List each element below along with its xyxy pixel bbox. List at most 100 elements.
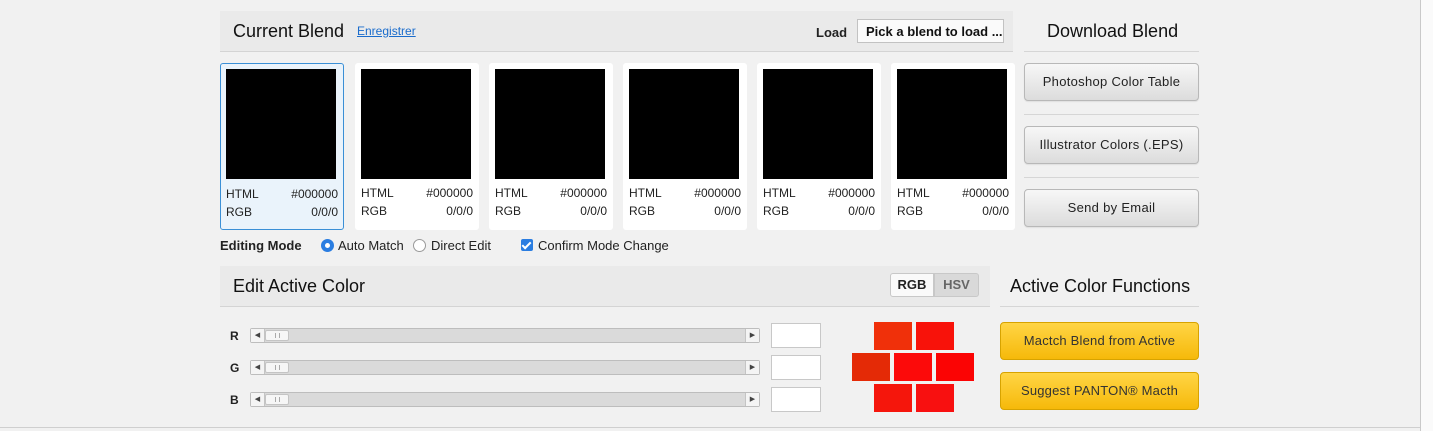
download-blend-title: Download Blend [1047, 21, 1179, 41]
swatch-html-value: #000000 [828, 186, 875, 200]
green-value-input[interactable] [771, 355, 821, 380]
edit-active-color-header: Edit Active Color [220, 266, 990, 307]
confirm-mode-change-checkbox[interactable] [521, 239, 533, 251]
blue-slider-left-arrow-icon[interactable]: ◀ [251, 393, 265, 406]
current-blend-title: Current Blend [233, 21, 345, 41]
rgb-mode-toggle[interactable]: RGB [890, 273, 934, 297]
swatch-html-value: #000000 [962, 186, 1009, 200]
direct-edit-radio[interactable] [413, 239, 426, 252]
swatch-html-row: HTML #000000 [495, 186, 607, 200]
swatch-color[interactable] [897, 69, 1007, 179]
color-brick [874, 322, 912, 350]
page-bottom-divider [0, 427, 1420, 428]
color-brick [916, 322, 954, 350]
swatch-html-row: HTML #000000 [763, 186, 875, 200]
swatch-rgb-value: 0/0/0 [446, 204, 473, 218]
auto-match-radio[interactable] [321, 239, 334, 252]
swatch-rgb-value: 0/0/0 [982, 204, 1009, 218]
color-brick [852, 353, 890, 381]
blue-value-input[interactable] [771, 387, 821, 412]
swatch-rgb-row: RGB 0/0/0 [361, 204, 473, 218]
swatch-color[interactable] [629, 69, 739, 179]
swatch-rgb-label: RGB [763, 204, 790, 218]
swatch-color[interactable] [226, 69, 336, 179]
blue-slider[interactable]: ◀ ▶ [250, 392, 760, 407]
swatch-card[interactable]: HTML #000000 RGB 0/0/0 [623, 63, 747, 230]
load-label: Load [816, 25, 848, 40]
swatch-rgb-label: RGB [629, 204, 656, 218]
save-blend-link[interactable]: Enregistrer [357, 24, 416, 38]
active-color-functions-title: Active Color Functions [1010, 276, 1191, 296]
swatch-html-label: HTML [226, 187, 259, 201]
swatch-html-row: HTML #000000 [361, 186, 473, 200]
swatch-html-row: HTML #000000 [629, 186, 741, 200]
red-channel-label: R [230, 329, 239, 343]
swatch-rgb-value: 0/0/0 [714, 204, 741, 218]
blue-slider-right-arrow-icon[interactable]: ▶ [745, 393, 759, 406]
swatch-html-value: #000000 [694, 186, 741, 200]
swatch-card[interactable]: HTML #000000 RGB 0/0/0 [891, 63, 1015, 230]
swatch-rgb-row: RGB 0/0/0 [629, 204, 741, 218]
functions-title-rule [1000, 306, 1199, 307]
suggest-pantone-match-button[interactable]: Suggest PANTON® Macth [1000, 372, 1199, 410]
editing-mode-label: Editing Mode [220, 238, 302, 253]
auto-match-label[interactable]: Auto Match [338, 238, 404, 253]
hsv-mode-toggle[interactable]: HSV [934, 273, 979, 297]
swatch-rgb-row: RGB 0/0/0 [495, 204, 607, 218]
swatch-card[interactable]: HTML #000000 RGB 0/0/0 [355, 63, 479, 230]
swatch-color[interactable] [763, 69, 873, 179]
swatch-html-value: #000000 [291, 187, 338, 201]
red-slider-thumb[interactable] [265, 330, 289, 341]
red-slider[interactable]: ◀ ▶ [250, 328, 760, 343]
load-blend-select[interactable]: Pick a blend to load ... [857, 19, 1004, 43]
swatch-rgb-value: 0/0/0 [580, 204, 607, 218]
swatch-rgb-value: 0/0/0 [848, 204, 875, 218]
red-value-input[interactable] [771, 323, 821, 348]
swatch-rgb-row: RGB 0/0/0 [226, 205, 338, 219]
red-slider-right-arrow-icon[interactable]: ▶ [745, 329, 759, 342]
green-slider-right-arrow-icon[interactable]: ▶ [745, 361, 759, 374]
green-slider-left-arrow-icon[interactable]: ◀ [251, 361, 265, 374]
download-divider-2 [1024, 177, 1199, 178]
swatch-rgb-label: RGB [226, 205, 253, 219]
download-title-rule [1024, 51, 1199, 52]
confirm-mode-change-label[interactable]: Confirm Mode Change [538, 238, 669, 253]
current-blend-header: Current Blend Enregistrer Load Pick a bl… [220, 11, 1013, 52]
edit-active-color-title: Edit Active Color [233, 276, 366, 296]
swatch-html-row: HTML #000000 [226, 187, 338, 201]
color-brick [916, 384, 954, 412]
swatch-color[interactable] [495, 69, 605, 179]
swatch-html-label: HTML [629, 186, 662, 200]
send-by-email-button[interactable]: Send by Email [1024, 189, 1199, 227]
swatch-rgb-value: 0/0/0 [311, 205, 338, 219]
blue-channel-label: B [230, 393, 239, 407]
swatch-color[interactable] [361, 69, 471, 179]
photoshop-color-table-button[interactable]: Photoshop Color Table [1024, 63, 1199, 101]
green-slider-thumb[interactable] [265, 362, 289, 373]
green-slider[interactable]: ◀ ▶ [250, 360, 760, 375]
color-brick [936, 353, 974, 381]
page-right-border [1420, 0, 1433, 431]
illustrator-colors-eps-button[interactable]: Illustrator Colors (.EPS) [1024, 126, 1199, 164]
swatch-html-value: #000000 [426, 186, 473, 200]
swatch-html-row: HTML #000000 [897, 186, 1009, 200]
download-divider-1 [1024, 114, 1199, 115]
swatch-card[interactable]: HTML #000000 RGB 0/0/0 [757, 63, 881, 230]
swatch-html-label: HTML [897, 186, 930, 200]
swatch-rgb-label: RGB [897, 204, 924, 218]
swatch-html-label: HTML [763, 186, 796, 200]
color-brick [874, 384, 912, 412]
swatch-rgb-label: RGB [361, 204, 388, 218]
red-slider-left-arrow-icon[interactable]: ◀ [251, 329, 265, 342]
blue-slider-thumb[interactable] [265, 394, 289, 405]
swatch-rgb-label: RGB [495, 204, 522, 218]
swatch-html-label: HTML [495, 186, 528, 200]
swatch-card[interactable]: HTML #000000 RGB 0/0/0 [489, 63, 613, 230]
match-blend-from-active-button[interactable]: Mactch Blend from Active [1000, 322, 1199, 360]
swatch-card[interactable]: HTML #000000 RGB 0/0/0 [220, 63, 344, 230]
swatch-rgb-row: RGB 0/0/0 [763, 204, 875, 218]
swatch-html-label: HTML [361, 186, 394, 200]
direct-edit-label[interactable]: Direct Edit [431, 238, 491, 253]
swatch-rgb-row: RGB 0/0/0 [897, 204, 1009, 218]
color-brick [894, 353, 932, 381]
